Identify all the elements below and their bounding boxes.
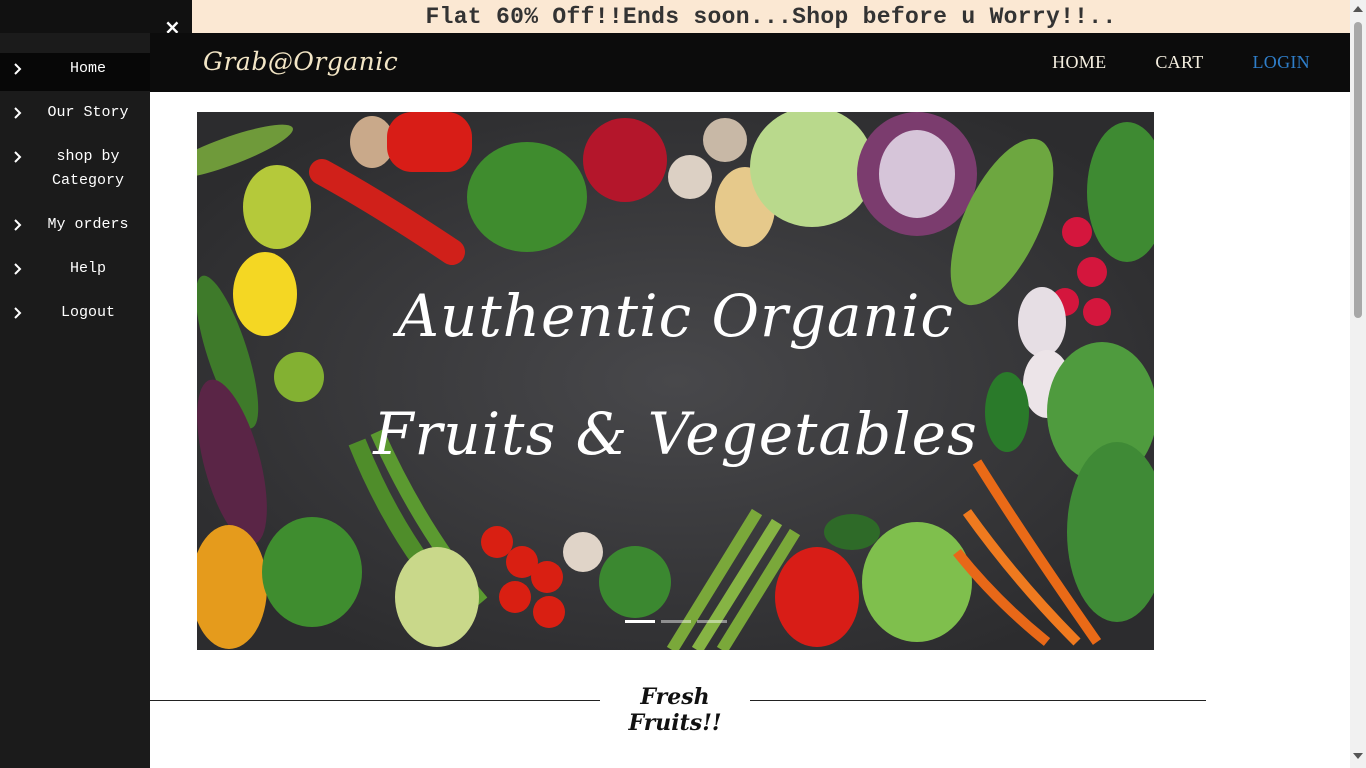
sidebar-item-label: shop by Category: [51, 148, 124, 189]
hero-title-line-2: Fruits & Vegetables: [373, 400, 978, 468]
chevron-right-icon: [14, 263, 22, 275]
nav-login-link[interactable]: LOGIN: [1253, 52, 1311, 73]
section-title: Fresh Fruits!!: [600, 684, 750, 736]
section-divider-left: [150, 700, 600, 701]
sidebar-item-our-story[interactable]: Our Story: [0, 101, 150, 125]
carousel-indicators: [625, 620, 727, 623]
vegetables-background-image: [197, 112, 1154, 650]
sidebar-item-label: My orders: [47, 216, 129, 233]
page-scrollbar[interactable]: [1350, 0, 1366, 768]
promo-banner: Flat 60% Off!!Ends soon...Shop before u …: [192, 0, 1350, 33]
brand-logo[interactable]: Grab@Organic: [203, 47, 398, 76]
nav-home-link[interactable]: HOME: [1052, 52, 1106, 73]
scroll-up-arrow-icon[interactable]: [1353, 6, 1363, 12]
chevron-right-icon: [14, 151, 22, 163]
scroll-down-arrow-icon[interactable]: [1353, 753, 1363, 759]
scrollbar-thumb[interactable]: [1354, 22, 1362, 318]
hero-carousel[interactable]: Authentic Organic Fruits & Vegetables: [197, 112, 1154, 650]
hero-title-line-1: Authentic Organic: [397, 282, 954, 350]
sidebar-nav: Home Our Story shop by Category My order…: [0, 33, 150, 768]
top-navbar: Grab@Organic HOME CART LOGIN: [150, 33, 1350, 92]
carousel-indicator-2[interactable]: [661, 620, 691, 623]
chevron-right-icon: [14, 307, 22, 319]
sidebar-item-my-orders[interactable]: My orders: [0, 213, 150, 237]
sidebar-item-help[interactable]: Help: [0, 257, 150, 281]
nav-cart-link[interactable]: CART: [1155, 52, 1203, 73]
sidebar-item-logout[interactable]: Logout: [0, 301, 150, 325]
chevron-right-icon: [14, 219, 22, 231]
sidebar-item-label: Logout: [60, 304, 115, 321]
sidebar-item-label: Our Story: [47, 104, 129, 121]
sidebar-item-shop-by-category[interactable]: shop by Category: [0, 145, 150, 193]
sidebar-item-home[interactable]: Home: [0, 57, 150, 81]
chevron-right-icon: [14, 107, 22, 119]
sidebar-item-label: Home: [69, 60, 106, 77]
chevron-right-icon: [14, 63, 22, 75]
section-divider-right: [750, 700, 1206, 701]
carousel-indicator-3[interactable]: [697, 620, 727, 623]
carousel-indicator-1[interactable]: [625, 620, 655, 623]
nav-links: HOME CART LOGIN: [1003, 33, 1310, 92]
sidebar-item-label: Help: [69, 260, 106, 277]
